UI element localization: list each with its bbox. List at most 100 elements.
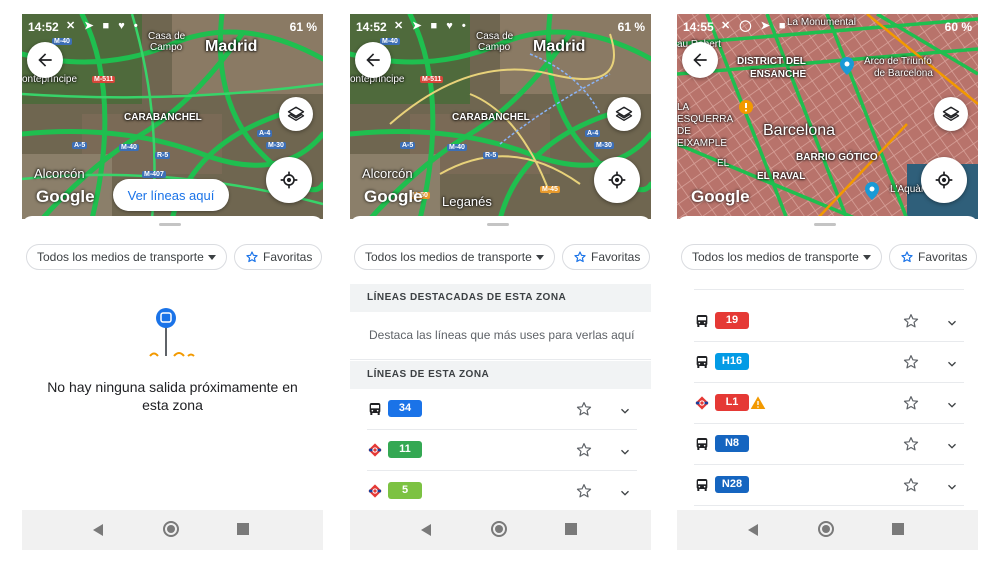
chevron-down-icon[interactable] <box>945 278 959 279</box>
road-label: M-30 <box>266 142 286 149</box>
chevron-down-icon[interactable] <box>618 486 632 500</box>
road-label: M-45 <box>540 186 560 193</box>
back-button[interactable] <box>27 42 63 78</box>
map-label: Barcelona <box>763 122 836 139</box>
map-label: EL RAVAL <box>757 171 806 182</box>
favorites-chip[interactable]: Favoritas <box>234 244 322 270</box>
map-view[interactable]: 14:52 ✕ ➤ ■ ♥ • 61 % Madrid Casa de Camp… <box>350 14 651 219</box>
map-view[interactable]: 14:55 ✕ ◯ ➤ ■ 60 % La Monumental DISTRIC… <box>677 14 978 219</box>
nav-back-icon[interactable] <box>93 524 103 536</box>
line-badge: 19 <box>715 312 749 329</box>
bus-icon <box>694 436 710 452</box>
line-row[interactable]: 19 <box>694 301 964 342</box>
road-label: M-40 <box>119 144 139 151</box>
layers-button[interactable] <box>934 97 968 131</box>
drag-handle[interactable] <box>159 223 181 226</box>
drag-handle[interactable] <box>814 223 836 226</box>
map-label: Madrid <box>533 38 586 55</box>
arrow-back-icon <box>363 50 383 70</box>
chevron-down-icon[interactable] <box>618 445 632 459</box>
star-outline-icon[interactable] <box>575 400 593 418</box>
alert-marker-icon[interactable] <box>739 100 753 114</box>
map-label: La Monumental <box>787 17 856 28</box>
bottom-sheet: Todos los medios de transporte Favoritas… <box>22 216 323 506</box>
status-time: 14:55 <box>683 20 714 34</box>
transport-mode-dropdown[interactable]: Todos los medios de transporte <box>681 244 882 270</box>
nav-back-icon[interactable] <box>421 524 431 536</box>
nav-home-icon[interactable] <box>491 521 507 537</box>
line-row[interactable]: N8 <box>694 424 964 465</box>
line-row[interactable]: 11 <box>367 430 637 471</box>
android-nav-bar <box>350 510 651 550</box>
notification-icons: ✕ ➤ ■ ♥ • <box>394 20 469 32</box>
status-battery: 61 % <box>289 20 317 34</box>
chevron-down-icon[interactable] <box>945 398 959 412</box>
my-location-button[interactable] <box>594 157 640 203</box>
line-row[interactable]: N28 <box>694 465 964 506</box>
line-row[interactable]: 34 <box>367 389 637 430</box>
map-label: Casa de <box>476 31 514 42</box>
line-row[interactable]: L1 <box>694 383 964 424</box>
favorites-chip[interactable]: Favoritas <box>889 244 977 270</box>
chevron-down-icon[interactable] <box>945 439 959 453</box>
bus-icon <box>694 313 710 329</box>
back-button[interactable] <box>355 42 391 78</box>
nav-home-icon[interactable] <box>818 521 834 537</box>
empty-state-message: No hay ninguna salida próximamente en es… <box>47 379 298 413</box>
divider <box>350 359 651 360</box>
road-label: M-30 <box>594 142 614 149</box>
road-label: M-511 <box>420 76 444 83</box>
chevron-down-icon[interactable] <box>945 480 959 494</box>
star-outline-icon[interactable] <box>902 278 920 279</box>
back-button[interactable] <box>682 42 718 78</box>
favorites-chip[interactable]: Favoritas <box>562 244 650 270</box>
star-outline-icon[interactable] <box>902 435 920 453</box>
transport-mode-label: Todos los medios de transporte <box>365 250 532 264</box>
line-badge: 34 <box>388 400 422 417</box>
layers-button[interactable] <box>279 97 313 131</box>
star-icon <box>245 250 259 264</box>
star-outline-icon[interactable] <box>575 482 593 500</box>
featured-lines-header: LÍNEAS DESTACADAS DE ESTA ZONA <box>350 284 651 312</box>
line-row[interactable]: 5 <box>367 471 637 512</box>
place-pin-icon <box>865 182 879 200</box>
road-label: A-5 <box>72 142 88 149</box>
google-logo: Google <box>36 187 95 206</box>
transport-mode-dropdown[interactable]: Todos los medios de transporte <box>354 244 555 270</box>
drag-handle[interactable] <box>487 223 509 226</box>
map-view[interactable]: 14:52 ✕ ➤ ■ ♥ • 61 % Madrid Casa de Camp… <box>22 14 323 219</box>
view-lines-button[interactable]: Ver líneas aquí <box>113 179 229 211</box>
nav-recents-icon[interactable] <box>237 523 249 535</box>
nav-home-icon[interactable] <box>163 521 179 537</box>
crosshair-icon <box>279 170 299 190</box>
status-battery: 60 % <box>944 20 972 34</box>
layers-button[interactable] <box>607 97 641 131</box>
star-outline-icon[interactable] <box>902 394 920 412</box>
crosshair-icon <box>934 170 954 190</box>
map-label: Casa de <box>148 31 186 42</box>
bottom-sheet: Todos los medios de transporte Favoritas… <box>677 216 978 506</box>
road-label: M-40 <box>52 38 72 45</box>
chevron-down-icon[interactable] <box>945 316 959 330</box>
road-label: M-40 <box>380 38 400 45</box>
chevron-down-icon[interactable] <box>945 357 959 371</box>
status-time: 14:52 <box>356 20 387 34</box>
bus-stop-illustration-icon <box>149 308 195 357</box>
crosshair-icon <box>607 170 627 190</box>
chevron-down-icon[interactable] <box>618 404 632 418</box>
android-nav-bar <box>677 510 978 550</box>
transport-mode-dropdown[interactable]: Todos los medios de transporte <box>26 244 227 270</box>
place-pin-icon <box>840 57 854 75</box>
my-location-button[interactable] <box>921 157 967 203</box>
nav-recents-icon[interactable] <box>892 523 904 535</box>
metro-icon <box>367 483 383 499</box>
star-outline-icon[interactable] <box>902 312 920 330</box>
line-row[interactable]: H16 <box>694 342 964 383</box>
nav-recents-icon[interactable] <box>565 523 577 535</box>
nav-back-icon[interactable] <box>748 524 758 536</box>
metro-icon <box>694 395 710 411</box>
star-outline-icon[interactable] <box>902 353 920 371</box>
star-outline-icon[interactable] <box>575 441 593 459</box>
my-location-button[interactable] <box>266 157 312 203</box>
star-outline-icon[interactable] <box>902 476 920 494</box>
